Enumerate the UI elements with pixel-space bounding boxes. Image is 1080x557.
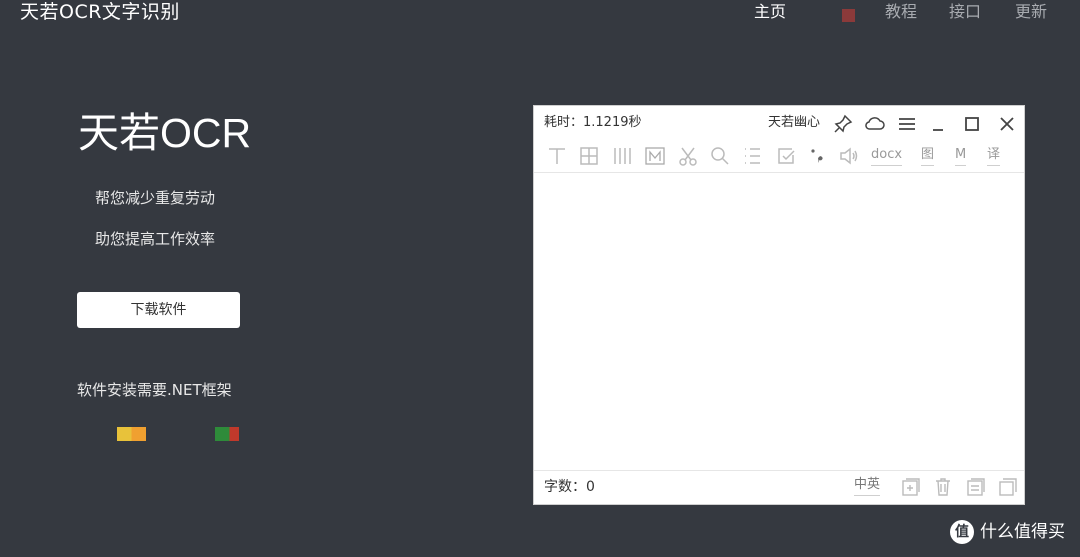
- watermark-logo-icon: 值: [950, 520, 974, 544]
- nav-update[interactable]: 更新: [1015, 1, 1047, 23]
- docx-button[interactable]: docx: [871, 146, 903, 166]
- status-divider: [534, 470, 1024, 471]
- search-icon[interactable]: [709, 145, 731, 169]
- user-name[interactable]: 天若幽心: [768, 114, 820, 132]
- close-icon[interactable]: [996, 113, 1018, 135]
- trash-icon[interactable]: [932, 476, 954, 498]
- lang-toggle[interactable]: 中英: [854, 476, 881, 496]
- check-icon[interactable]: [775, 145, 797, 169]
- markdown-button[interactable]: M: [955, 146, 967, 166]
- copy-icon[interactable]: [997, 476, 1019, 498]
- app-window: 耗时：1.1219秒 天若幽心 docx 图 M 译 字数：0 中英: [533, 105, 1025, 505]
- char-count: 字数：0: [544, 479, 595, 495]
- pin-icon[interactable]: [832, 113, 854, 135]
- translate-button[interactable]: 译: [987, 146, 1001, 166]
- list-icon[interactable]: [741, 145, 763, 169]
- yellow-badge-icon[interactable]: [117, 427, 146, 441]
- image-button[interactable]: 图: [921, 146, 935, 166]
- menu-icon[interactable]: [896, 113, 918, 135]
- m-box-icon[interactable]: [644, 145, 666, 169]
- cloud-icon[interactable]: [864, 113, 886, 135]
- download-button[interactable]: 下载软件: [77, 292, 240, 328]
- nav-home[interactable]: 主页: [754, 1, 786, 23]
- punctuation-icon[interactable]: [806, 145, 828, 169]
- green-badge-icon[interactable]: [215, 427, 239, 441]
- net-framework-note: 软件安装需要.NET框架: [77, 381, 232, 399]
- brand-logo-text[interactable]: 天若OCR文字识别: [20, 0, 180, 26]
- add-file-icon[interactable]: [900, 476, 922, 498]
- nav-tutorial[interactable]: 教程: [885, 1, 917, 23]
- nav-api[interactable]: 接口: [949, 1, 981, 23]
- red-square-icon: [842, 9, 855, 22]
- text-merge-icon[interactable]: [546, 145, 568, 169]
- ocr-result-textarea[interactable]: [534, 173, 1024, 470]
- document-icon[interactable]: [965, 476, 987, 498]
- maximize-icon[interactable]: [961, 113, 983, 135]
- speaker-icon[interactable]: [838, 145, 860, 169]
- columns-icon[interactable]: [611, 145, 633, 169]
- hero-title: 天若OCR: [78, 110, 252, 156]
- tagline-1: 帮您减少重复劳动: [95, 189, 216, 207]
- watermark-text: 什么值得买: [980, 522, 1065, 542]
- elapsed-time-label: 耗时：1.1219秒: [544, 115, 642, 130]
- cut-icon[interactable]: [677, 145, 699, 169]
- table-icon[interactable]: [578, 145, 600, 169]
- tagline-2: 助您提高工作效率: [95, 230, 216, 248]
- minimize-icon[interactable]: [927, 113, 949, 135]
